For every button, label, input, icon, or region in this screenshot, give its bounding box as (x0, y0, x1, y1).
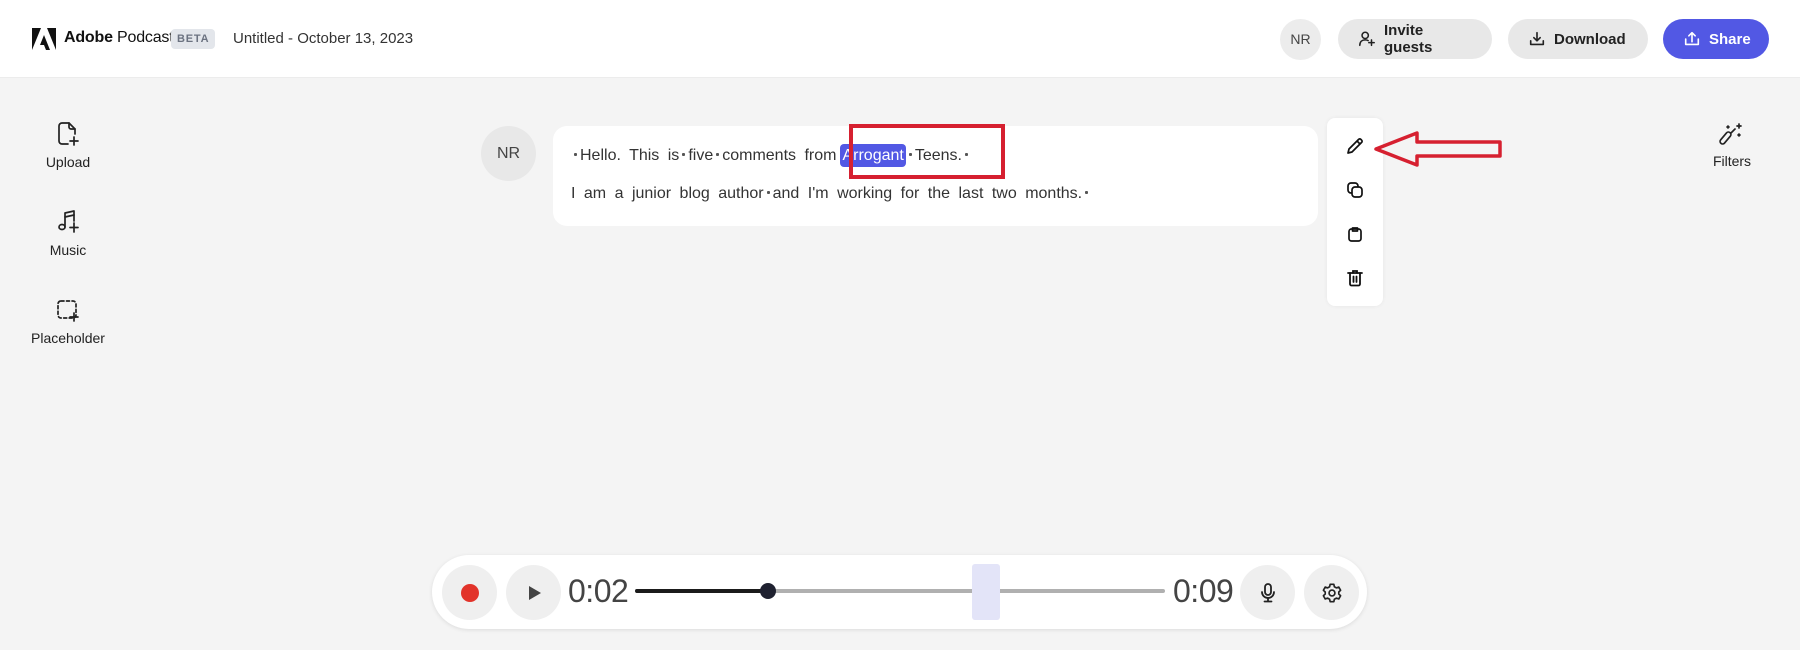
record-button[interactable] (442, 565, 497, 620)
app-name: Adobe Podcast (64, 29, 174, 47)
pause-marker[interactable] (682, 152, 686, 156)
word[interactable]: blog (680, 185, 710, 202)
filters-label: Filters (1712, 153, 1752, 169)
file-add-icon (58, 122, 79, 146)
seek-progress (635, 589, 768, 593)
music-add-icon (58, 210, 79, 233)
word[interactable]: five (688, 147, 713, 164)
pencil-icon (1347, 138, 1363, 154)
play-icon (528, 585, 541, 600)
magic-wand-icon (1719, 123, 1742, 145)
trash-icon (1347, 270, 1363, 287)
download-icon (1529, 31, 1545, 46)
adobe-logo-icon (32, 28, 56, 50)
clipboard-icon (1348, 227, 1362, 242)
placeholder-label: Placeholder (31, 330, 105, 346)
sidebar-item-upload[interactable]: Upload (18, 120, 118, 170)
brand-bold: Adobe (64, 29, 113, 46)
sidebar-item-music[interactable]: Music (18, 208, 118, 258)
share-upload-icon (1684, 31, 1700, 46)
gear-icon (1322, 582, 1341, 603)
pause-marker[interactable] (574, 152, 577, 156)
settings-button[interactable] (1304, 565, 1359, 620)
pause-marker[interactable] (766, 190, 770, 194)
word[interactable]: a (615, 185, 624, 202)
word[interactable]: author (718, 185, 763, 202)
speaker-avatar[interactable]: NR (481, 126, 536, 181)
paste-button[interactable] (1342, 221, 1368, 247)
word[interactable]: working (837, 185, 892, 202)
word[interactable]: months. (1025, 185, 1082, 202)
word[interactable]: This (629, 147, 659, 164)
word[interactable]: I'm (808, 185, 829, 202)
download-button[interactable]: Download (1508, 19, 1648, 59)
microphone-button[interactable] (1240, 565, 1295, 620)
share-label: Share (1709, 30, 1751, 48)
annotation-highlight-box (849, 124, 1005, 179)
pause-marker[interactable] (716, 152, 720, 156)
annotation-arrow-icon (1374, 131, 1502, 167)
beta-badge: BETA (171, 29, 216, 49)
top-bar: Adobe Podcast BETA Untitled - October 13… (0, 0, 1800, 78)
word[interactable]: last (958, 185, 983, 202)
play-button[interactable] (506, 565, 561, 620)
total-time: 0:09 (1173, 573, 1234, 609)
music-label: Music (49, 242, 87, 258)
user-avatar[interactable]: NR (1280, 19, 1321, 60)
delete-button[interactable] (1342, 265, 1368, 291)
upload-label: Upload (45, 154, 91, 170)
playback-bar: 0:02 0:09 (432, 555, 1367, 629)
current-time: 0:02 (568, 573, 629, 609)
transcript-line-2: I am a junior blog author and I'm working… (571, 182, 1300, 206)
seek-slider[interactable] (635, 564, 1165, 620)
microphone-icon (1260, 582, 1275, 602)
word[interactable]: two (992, 185, 1017, 202)
word[interactable]: junior (632, 185, 671, 202)
invite-guests-button[interactable]: Invite guests (1338, 19, 1492, 59)
word[interactable]: from (804, 147, 836, 164)
filters-button[interactable]: Filters (1700, 121, 1764, 169)
word[interactable]: Hello. (580, 147, 621, 164)
edit-button[interactable] (1342, 133, 1368, 159)
document-title[interactable]: Untitled - October 13, 2023 (233, 30, 413, 47)
duplicate-button[interactable] (1342, 177, 1368, 203)
word[interactable]: for (901, 185, 920, 202)
download-label: Download (1554, 30, 1626, 48)
seek-handle[interactable] (759, 583, 776, 599)
playhead-region-marker (972, 564, 1000, 620)
word[interactable]: is (668, 147, 680, 164)
invite-guests-label: Invite guests (1384, 22, 1433, 56)
placeholder-add-icon (57, 300, 79, 322)
user-add-icon (1359, 31, 1375, 47)
duplicate-icon (1347, 182, 1363, 198)
word[interactable]: the (928, 185, 950, 202)
pause-marker[interactable] (1085, 190, 1089, 194)
share-button[interactable]: Share (1663, 19, 1769, 59)
record-icon (460, 583, 479, 602)
word[interactable]: and (773, 185, 800, 202)
word[interactable]: am (584, 185, 606, 202)
brand-light: Podcast (117, 29, 174, 46)
word[interactable]: comments (722, 147, 796, 164)
sidebar-item-placeholder[interactable]: Placeholder (18, 296, 118, 346)
word[interactable]: I (571, 185, 575, 202)
